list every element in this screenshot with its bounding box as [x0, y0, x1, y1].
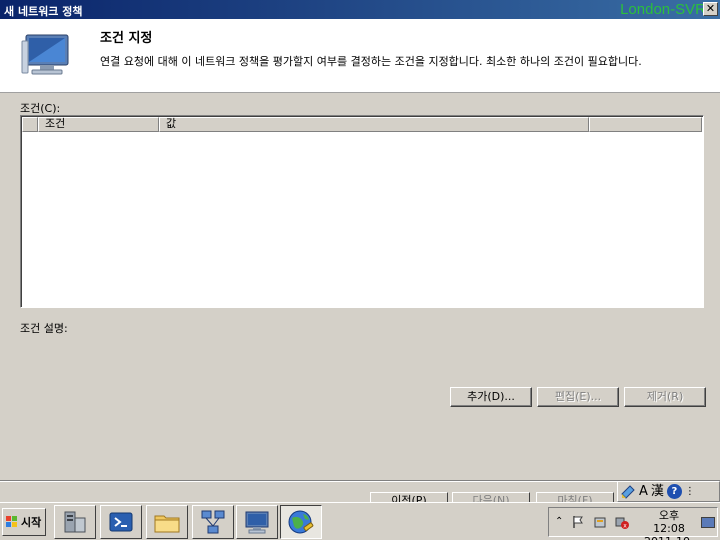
close-button[interactable]: ✕ [703, 2, 718, 16]
langbar-options-icon[interactable]: ⋮ [685, 484, 695, 500]
remote-desktop-icon [245, 511, 269, 534]
title-bar[interactable]: 새 네트워크 정책 London-SVR ✕ [0, 0, 720, 19]
conditions-list-header: 조건 값 [22, 117, 702, 132]
column-header-filler [589, 117, 702, 132]
server-name-label: London-SVR [620, 1, 706, 18]
language-bar[interactable]: A 漢 ? ⋮ [617, 481, 720, 502]
conditions-list[interactable]: 조건 값 [20, 115, 704, 308]
window-title: 새 네트워크 정책 [4, 5, 83, 18]
taskbar: 시작 ⌃ x 오후 12:08 [0, 502, 720, 540]
action-center-flag-icon[interactable] [571, 515, 585, 529]
help-icon[interactable]: ? [666, 484, 682, 499]
page-heading: 조건 지정 [100, 31, 153, 46]
condition-description-label: 조건 설명: [20, 322, 68, 335]
footer-separator [0, 480, 720, 482]
svg-text:x: x [623, 523, 627, 530]
column-header-condition[interactable]: 조건 [38, 117, 159, 132]
input-mode-icon[interactable]: A [639, 484, 648, 500]
wizard-header: 조건 지정 연결 요청에 대해 이 네트워크 정책을 평가할지 여부를 결정하는… [0, 19, 720, 93]
taskbar-server-manager[interactable] [54, 505, 96, 539]
show-hidden-icons-icon[interactable]: ⌃ [555, 516, 563, 527]
show-desktop-icon[interactable] [701, 517, 715, 528]
network-icon [201, 510, 225, 534]
edit-button[interactable]: 편집(E)... [537, 387, 619, 407]
page-description: 연결 요청에 대해 이 네트워크 정책을 평가할지 여부를 결정하는 조건을 지… [100, 55, 642, 68]
clock-date: 2011-10-20 [643, 535, 695, 540]
taskbar-explorer[interactable] [146, 505, 188, 539]
nps-icon [288, 510, 314, 534]
system-tray: ⌃ x 오후 12:08 2011-10-20 [548, 507, 718, 540]
server-status-icon[interactable] [593, 515, 607, 529]
taskbar-powershell[interactable] [100, 505, 142, 539]
ime-pad-icon[interactable] [620, 484, 636, 500]
explorer-folder-icon [154, 515, 180, 533]
column-header-value[interactable]: 값 [159, 117, 589, 132]
server-manager-icon [64, 511, 86, 533]
clock-time: 오후 12:08 [653, 509, 685, 535]
hanja-icon[interactable]: 漢 [651, 484, 664, 500]
taskbar-remote-desktop[interactable] [236, 505, 278, 539]
powershell-icon [109, 512, 133, 532]
monitor-icon [21, 34, 69, 75]
column-header-blank[interactable] [22, 117, 38, 132]
conditions-label: 조건(C): [20, 102, 61, 115]
network-disconnected-icon[interactable]: x [615, 515, 629, 529]
remove-button[interactable]: 제거(R) [624, 387, 706, 407]
add-button[interactable]: 추가(D)... [450, 387, 532, 407]
taskbar-nps[interactable] [280, 505, 322, 539]
start-button[interactable]: 시작 [2, 508, 46, 536]
windows-logo-icon [6, 516, 17, 527]
taskbar-clock[interactable]: 오후 12:08 2011-10-20 [643, 509, 695, 540]
taskbar-network[interactable] [192, 505, 234, 539]
start-label: 시작 [21, 516, 42, 529]
